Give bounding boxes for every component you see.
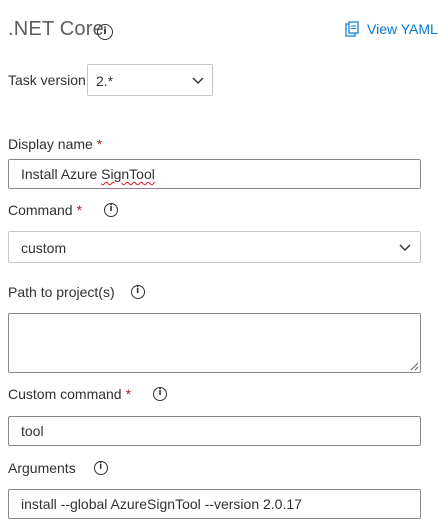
task-version-value: 2.* <box>96 73 114 89</box>
command-value: custom <box>21 240 67 256</box>
display-name-value: Install Azure SignTool <box>21 166 155 182</box>
required-mark: * <box>76 202 83 218</box>
clipboard-icon <box>345 21 359 37</box>
arguments-info-icon[interactable]: i <box>93 461 108 475</box>
arguments-label: Arguments i <box>8 460 108 476</box>
spellcheck-word: SignTool <box>101 166 155 182</box>
required-mark: * <box>96 136 103 152</box>
required-mark: * <box>125 386 132 402</box>
path-to-projects-label: Path to project(s) i <box>8 284 145 300</box>
task-editor-panel: .NET Core i View YAML Task version 2.* D… <box>0 0 438 530</box>
path-to-projects-textarea[interactable] <box>8 313 421 373</box>
arguments-input[interactable]: install --global AzureSignTool --version… <box>8 489 421 519</box>
command-dropdown[interactable]: custom <box>8 231 421 263</box>
chevron-down-icon <box>192 77 204 84</box>
arguments-value: install --global AzureSignTool --version… <box>21 496 302 512</box>
task-version-select[interactable]: 2.* <box>87 64 213 96</box>
view-yaml-label: View YAML <box>367 21 438 37</box>
task-title: .NET Core <box>8 18 104 40</box>
custom-command-input[interactable]: tool <box>8 416 421 446</box>
path-info-icon[interactable]: i <box>130 285 145 299</box>
display-name-input[interactable]: Install Azure SignTool <box>8 159 421 189</box>
task-version-label: Task version <box>8 72 86 88</box>
task-info-icon[interactable]: i <box>97 24 113 40</box>
chevron-down-icon <box>399 244 411 251</box>
custom-command-info-icon[interactable]: i <box>153 387 168 401</box>
view-yaml-link[interactable]: View YAML <box>345 19 438 39</box>
command-info-icon[interactable]: i <box>104 203 119 217</box>
custom-command-label: Custom command * i <box>8 386 168 402</box>
display-name-label: Display name * <box>8 136 103 152</box>
resize-handle-icon[interactable] <box>410 362 419 371</box>
command-label: Command * i <box>8 202 119 218</box>
custom-command-value: tool <box>21 423 44 439</box>
